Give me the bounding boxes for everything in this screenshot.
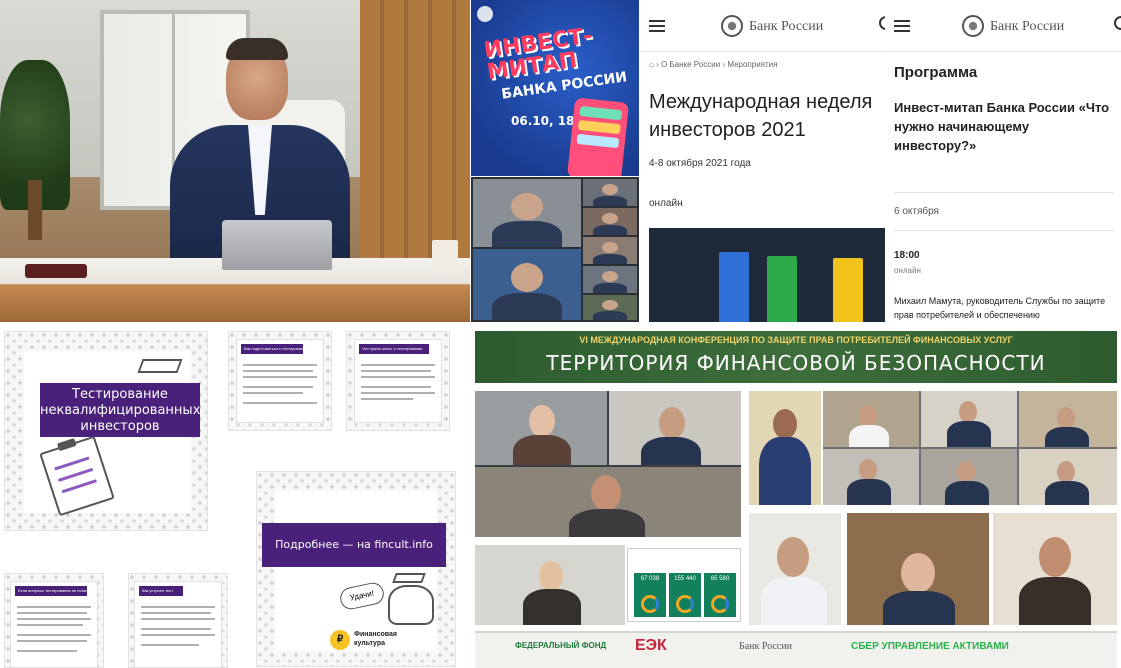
statistics-slide: 67 038 155 440 65 580 (627, 548, 741, 622)
collage: ИНВЕСТ-МИТАП БАНКА РОССИИ 06.10, 18:00 Б… (0, 0, 1121, 668)
fincult-logo-text: Финансовая культура (354, 631, 397, 647)
event-format: онлайн (649, 198, 683, 209)
participant-video (749, 513, 841, 625)
breadcrumb: ⌂ › О Банке России › Мероприятия (649, 60, 778, 69)
sponsor-bank: Банк России (739, 641, 793, 652)
participant-video (609, 391, 741, 465)
stat-box: 155 440 (669, 573, 701, 617)
conference-title: ТЕРРИТОРИЯ ФИНАНСОВОЙ БЕЗОПАСНОСТИ (546, 351, 1046, 375)
participant-video (749, 391, 821, 505)
search-icon[interactable] (879, 16, 885, 30)
event-title: Инвест-митап Банка России «Что нужно нач… (894, 100, 1110, 153)
bank-emblem-icon (962, 15, 984, 37)
video-cell-thumb (583, 266, 637, 293)
bank-name: Банк России (749, 19, 824, 34)
breadcrumb-events[interactable]: Мероприятия (727, 60, 777, 69)
bank-emblem-icon (721, 15, 743, 37)
search-icon[interactable] (1114, 16, 1121, 30)
speaker-text: Михаил Мамута, руководитель Службы по за… (894, 296, 1106, 320)
stat-box: 67 038 (634, 573, 666, 617)
event-dates: 4-8 октября 2021 года (649, 158, 751, 169)
bank-event-page: Банк России ⌂ › О Банке России › Меропри… (641, 0, 885, 322)
graduation-cap-icon (392, 573, 426, 583)
stat-box: 65 580 (704, 573, 736, 617)
bank-name: Банк России (990, 19, 1065, 34)
video-cell-thumb (583, 295, 637, 320)
video-cell-participant (473, 249, 581, 320)
participant-video (475, 391, 607, 465)
participant-video (993, 513, 1117, 625)
video-cell-thumb (583, 179, 637, 206)
wood-panel (360, 0, 470, 270)
video-cell-thumb (583, 208, 637, 235)
phone-illustration-icon (566, 97, 630, 176)
mini-slide: Как подготовиться к тестированию (236, 339, 324, 423)
conference-banner: VI МЕЖДУНАРОДНАЯ КОНФЕРЕНЦИЯ ПО ЗАЩИТЕ П… (475, 331, 1117, 383)
invest-meetup-poster: ИНВЕСТ-МИТАП БАНКА РОССИИ 06.10, 18:00 (471, 0, 639, 176)
conference-collage: VI МЕЖДУНАРОДНАЯ КОНФЕРЕНЦИЯ ПО ЗАЩИТЕ П… (471, 323, 1121, 668)
fincult-slide-title: Подробнее — на fincult.info (262, 523, 446, 567)
main-slide-title: Тестирование неквалифицированных инвесто… (40, 383, 200, 437)
header-bar: Банк России (641, 0, 885, 52)
bank-logo-icon (477, 6, 493, 22)
sponsor-sber: СБЕР УПРАВЛЕНИЕ АКТИВАМИ (851, 641, 1009, 652)
mini-slide: Если вопросы тестирования не понятны (10, 581, 98, 668)
mini-slide: Как устроен тест (134, 581, 222, 668)
mini-slide: Что нужно знать о тестировании (354, 339, 442, 423)
video-call-grid (471, 177, 639, 322)
participant-video (475, 467, 741, 537)
event-image (649, 228, 885, 322)
event-date: 6 октября (894, 206, 939, 217)
breadcrumb-about[interactable]: О Банке России (661, 60, 720, 69)
conference-subtitle: VI МЕЖДУНАРОДНАЯ КОНФЕРЕНЦИЯ ПО ЗАЩИТЕ П… (579, 335, 1013, 345)
menu-icon[interactable] (894, 20, 910, 32)
graduation-cap-icon (137, 359, 183, 373)
event-time: 18:00 (894, 250, 920, 261)
home-icon[interactable]: ⌂ (649, 60, 654, 69)
fincult-slides: Тестирование неквалифицированных инвесто… (0, 323, 470, 668)
sponsor-fund: ФЕДЕРАЛЬНЫЙ ФОНД (515, 641, 607, 650)
video-cell-host (473, 179, 581, 247)
conference-video-panel (475, 391, 741, 537)
presenter-video (0, 0, 470, 322)
bank-program-page: Банк России Программа Инвест-митап Банка… (886, 0, 1121, 322)
event-format: онлайн (894, 266, 921, 275)
program-heading: Программа (894, 64, 978, 81)
laptop (222, 220, 332, 270)
conference-video-grid (823, 391, 1117, 505)
fincult-logo-icon: ₽ (330, 630, 350, 650)
header-bar: Банк России (886, 0, 1121, 52)
cup (432, 240, 458, 274)
video-cell-thumb (583, 237, 637, 264)
sponsors-bar: ФЕДЕРАЛЬНЫЙ ФОНД ЕЭК Банк России СБЕР УП… (475, 631, 1117, 668)
cat-icon (388, 585, 434, 625)
page-title: Международная неделя инвесторов 2021 (649, 91, 873, 141)
menu-icon[interactable] (649, 20, 665, 32)
smartphone (25, 264, 87, 278)
participant-video (475, 545, 625, 625)
participant-video (847, 513, 989, 625)
sponsor-eek: ЕЭК (635, 637, 667, 654)
